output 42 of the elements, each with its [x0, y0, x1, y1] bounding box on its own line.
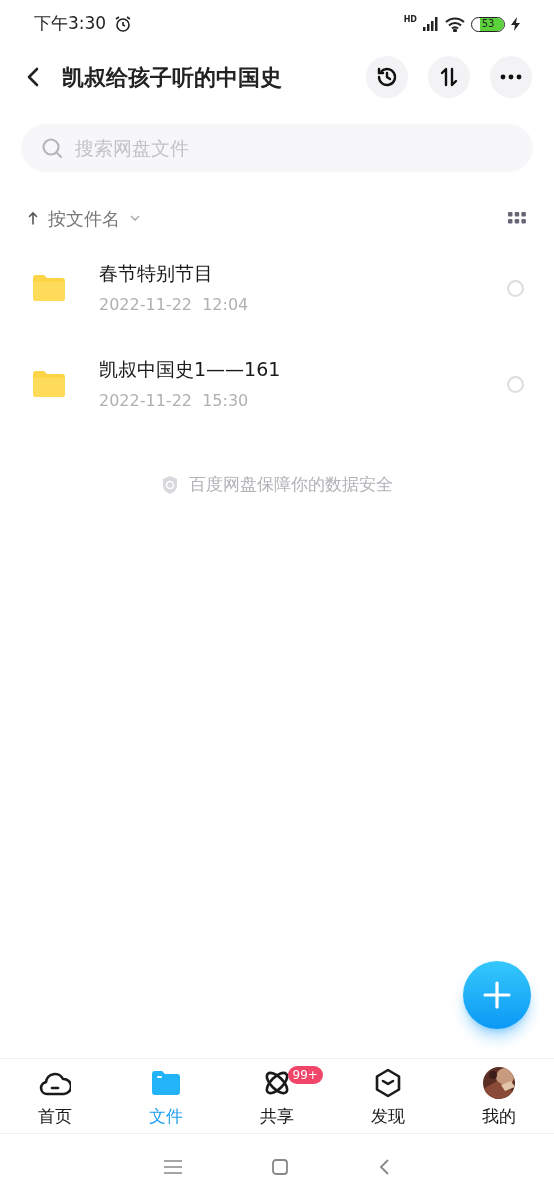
add-button[interactable]	[463, 961, 531, 1029]
file-row[interactable]: 春节特别节目 2022-11-22 12:04	[0, 240, 554, 336]
nav-tab[interactable]: 我的	[443, 1059, 554, 1133]
signal-icon	[423, 17, 439, 31]
sort-arrow-icon	[28, 211, 38, 225]
page-title: 凯叔给孩子听的中国史	[62, 63, 283, 92]
select-checkbox[interactable]	[507, 279, 524, 297]
folder-icon	[33, 275, 65, 301]
shield-icon	[161, 474, 179, 495]
grid-view-icon[interactable]	[508, 212, 526, 224]
plus-icon	[483, 981, 511, 1009]
caret-icon	[130, 215, 140, 221]
security-note: 百度网盘保障你的数据安全	[189, 473, 393, 496]
charging-icon	[511, 17, 520, 31]
more-button[interactable]	[490, 56, 532, 98]
network-type: HD	[403, 14, 417, 26]
transfer-button[interactable]	[428, 56, 470, 98]
more-icon	[500, 74, 522, 80]
sort-dropdown[interactable]: 按文件名	[48, 204, 140, 232]
file-date: 2022-11-22 15:30	[99, 390, 250, 413]
history-button[interactable]	[366, 56, 408, 98]
nav-tab[interactable]: 首页	[0, 1059, 111, 1133]
nav-tab[interactable]: 共享 99+	[221, 1059, 333, 1133]
folder-icon	[33, 371, 65, 397]
menu-icon[interactable]	[164, 1160, 182, 1174]
home-nav-icon[interactable]	[272, 1159, 288, 1175]
file-row[interactable]: 凯叔中国史1——161 2022-11-22 15:30	[0, 336, 554, 432]
select-checkbox[interactable]	[507, 375, 524, 393]
search-icon	[41, 137, 63, 159]
wifi-icon	[445, 16, 465, 32]
folder-icon	[152, 1070, 181, 1095]
file-name: 春节特别节目	[99, 260, 214, 286]
history-icon	[375, 65, 399, 89]
back-nav-icon[interactable]	[378, 1159, 390, 1175]
alarm-icon	[114, 15, 133, 33]
status-time: 下午3:30	[34, 12, 107, 36]
swap-arrows-icon	[438, 66, 460, 88]
cube-icon	[373, 1067, 402, 1098]
count-badge: 99+	[287, 1066, 323, 1084]
file-date: 2022-11-22 12:04	[99, 294, 250, 317]
file-name: 凯叔中国史1——161	[99, 356, 282, 382]
nav-tab[interactable]: 发现	[332, 1059, 444, 1133]
